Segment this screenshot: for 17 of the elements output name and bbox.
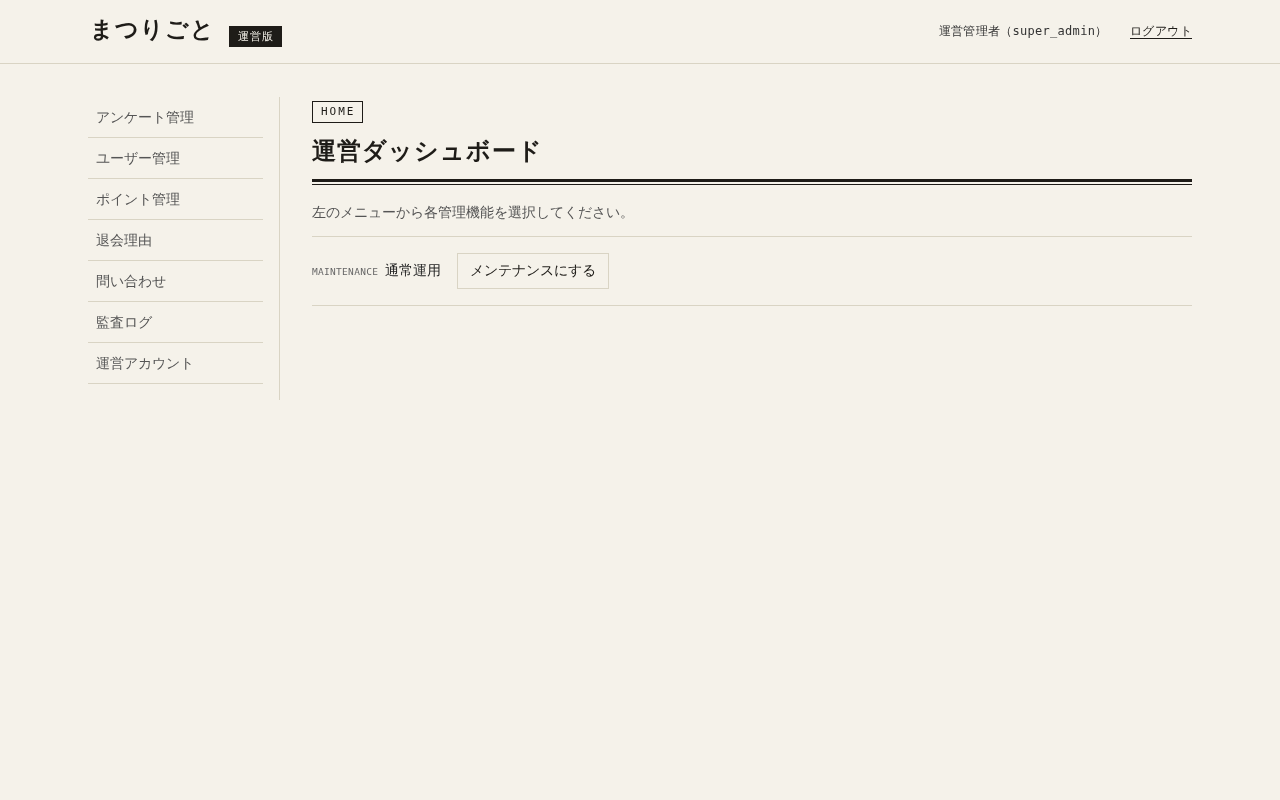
- sidebar-item[interactable]: ポイント管理: [88, 179, 263, 220]
- sidebar-item[interactable]: 問い合わせ: [88, 261, 263, 302]
- sidebar-item[interactable]: アンケート管理: [88, 97, 263, 138]
- edition-badge: 運営版: [229, 26, 282, 47]
- maintenance-label: MAINTENANCE: [312, 265, 379, 277]
- description-text: 左のメニューから各管理機能を選択してください。: [312, 185, 1192, 237]
- maintenance-button[interactable]: メンテナンスにする: [457, 253, 610, 289]
- sidebar-item[interactable]: 退会理由: [88, 220, 263, 261]
- page-title: 運営ダッシュボード: [312, 137, 544, 166]
- maintenance-status: 通常運用: [385, 262, 442, 280]
- logout-link[interactable]: ログアウト: [1129, 24, 1192, 39]
- sidebar-item[interactable]: 監査ログ: [88, 302, 263, 343]
- user-name: 運営管理者（super_admin）: [938, 23, 1108, 40]
- breadcrumb-link[interactable]: HOME: [312, 101, 363, 123]
- sidebar-item[interactable]: ユーザー管理: [88, 138, 263, 179]
- sidebar-item[interactable]: 運営アカウント: [88, 343, 263, 384]
- site-logo[interactable]: まつりごと: [90, 18, 215, 41]
